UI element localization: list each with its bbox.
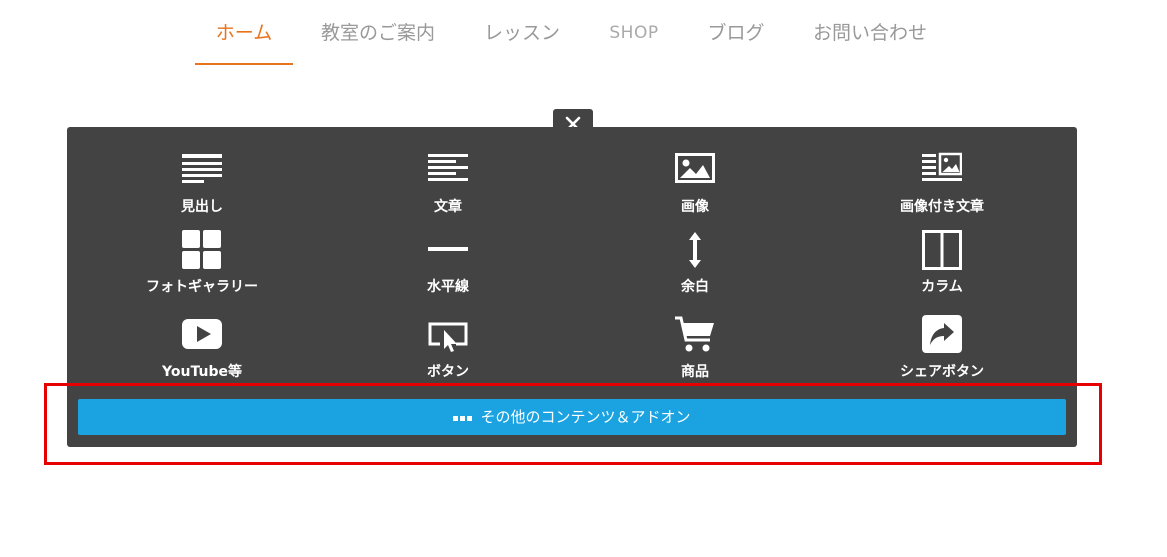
tile-spacing[interactable]: 余白	[595, 230, 795, 304]
youtube-icon	[182, 319, 222, 349]
spacing-icon	[689, 232, 701, 268]
tile-product[interactable]: 商品	[595, 315, 795, 389]
tile-button[interactable]: ボタン	[348, 315, 548, 389]
tile-label: 見出し	[181, 199, 223, 215]
tile-youtube[interactable]: YouTube等	[102, 315, 302, 389]
tile-share-button[interactable]: シェアボタン	[842, 315, 1042, 389]
active-nav-indicator	[195, 63, 293, 65]
tile-label: カラム	[921, 279, 963, 295]
tile-text[interactable]: 文章	[348, 152, 548, 226]
tile-label: 余白	[681, 279, 709, 295]
top-navigation: ホーム 教室のご案内 レッスン SHOP ブログ お問い合わせ	[0, 0, 1167, 66]
tile-label: 画像付き文章	[900, 199, 984, 215]
page: ホーム 教室のご案内 レッスン SHOP ブログ お問い合わせ 見出し 文章 画…	[0, 0, 1167, 557]
nav-item-contact[interactable]: お問い合わせ	[800, 19, 940, 66]
tile-label: フォトギャラリー	[146, 279, 258, 295]
more-content-addons-button[interactable]: その他のコンテンツ＆アドオン	[78, 399, 1066, 435]
tile-label: 水平線	[427, 279, 469, 295]
tile-label: YouTube等	[162, 364, 242, 380]
image-text-icon	[922, 152, 962, 181]
text-icon	[428, 154, 468, 181]
horizontal-rule-icon	[428, 247, 468, 251]
heading-icon	[182, 154, 222, 183]
nav-item-home[interactable]: ホーム	[195, 19, 293, 66]
tile-label: シェアボタン	[900, 364, 984, 380]
nav-item-blog[interactable]: ブログ	[697, 19, 775, 66]
image-icon	[675, 153, 715, 183]
columns-icon	[922, 230, 962, 270]
tile-label: ボタン	[427, 364, 469, 380]
share-icon	[922, 315, 962, 353]
nav-item-shop[interactable]: SHOP	[596, 19, 672, 66]
tile-columns[interactable]: カラム	[842, 230, 1042, 304]
button-icon	[428, 322, 468, 352]
more-dots-icon	[453, 400, 474, 436]
photo-gallery-icon	[182, 230, 221, 269]
more-button-label: その他のコンテンツ＆アドオン	[480, 408, 691, 426]
nav-item-classroom-info[interactable]: 教室のご案内	[312, 19, 444, 66]
nav-item-lessons[interactable]: レッスン	[472, 19, 572, 66]
tile-image-text[interactable]: 画像付き文章	[842, 152, 1042, 226]
tile-label: 商品	[681, 364, 709, 380]
tile-photo-gallery[interactable]: フォトギャラリー	[102, 230, 302, 304]
cart-icon	[675, 316, 714, 352]
tile-label: 画像	[681, 199, 709, 215]
tile-image[interactable]: 画像	[595, 152, 795, 226]
tile-heading[interactable]: 見出し	[102, 152, 302, 226]
tile-horizontal-rule[interactable]: 水平線	[348, 230, 548, 304]
tile-label: 文章	[434, 199, 462, 215]
